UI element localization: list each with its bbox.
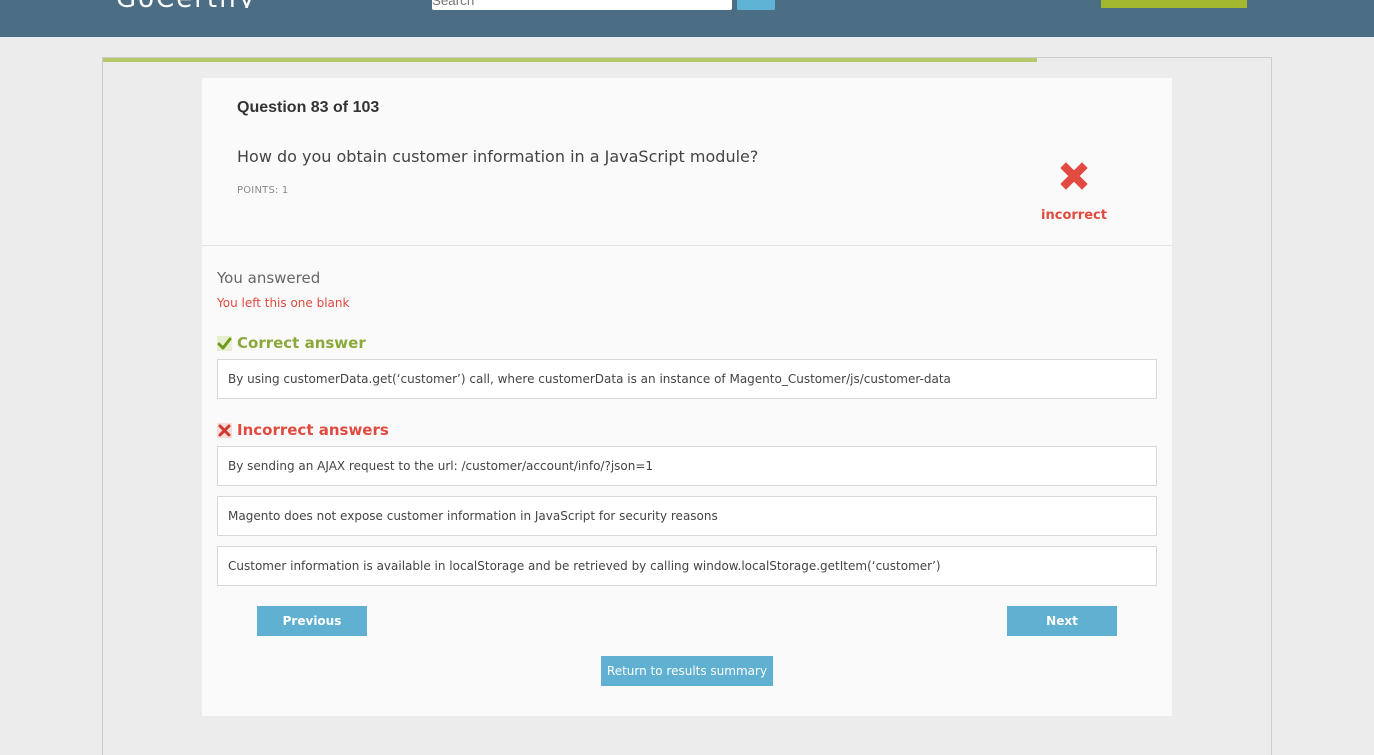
question-header: Question 83 of 103 How do you obtain cus…: [202, 78, 1172, 246]
checkmark-icon: [217, 335, 232, 351]
result-status: incorrect: [1041, 208, 1107, 223]
top-navigation-bar: GoCertify: [0, 0, 1374, 37]
quiz-progress-bar: [103, 58, 1037, 62]
next-button[interactable]: Next: [1007, 606, 1117, 636]
correct-answer-title: Correct answer: [237, 334, 366, 352]
question-number: Question 83 of 103: [237, 99, 380, 116]
incorrect-answer-option: Customer information is available in loc…: [217, 546, 1157, 586]
correct-answer-heading: Correct answer: [217, 334, 366, 352]
close-icon: [1060, 162, 1088, 190]
incorrect-answer-option: Magento does not expose customer informa…: [217, 496, 1157, 536]
close-icon: [217, 422, 232, 438]
question-points: POINTS: 1: [237, 185, 289, 196]
you-answered-heading: You answered: [217, 269, 321, 287]
incorrect-answers-title: Incorrect answers: [237, 421, 389, 439]
search-input[interactable]: [432, 0, 732, 10]
user-answer-value: You left this one blank: [217, 296, 350, 310]
incorrect-answer-option: By sending an AJAX request to the url: /…: [217, 446, 1157, 486]
question-card: Question 83 of 103 How do you obtain cus…: [202, 78, 1172, 716]
incorrect-answers-heading: Incorrect answers: [217, 421, 389, 439]
search-button[interactable]: [737, 0, 775, 10]
question-text: How do you obtain customer information i…: [237, 147, 759, 166]
return-to-summary-button[interactable]: Return to results summary: [601, 656, 773, 686]
previous-button[interactable]: Previous: [257, 606, 367, 636]
site-logo[interactable]: GoCertify: [116, 0, 256, 8]
header-action-button[interactable]: [1101, 0, 1247, 8]
correct-answer-option: By using customerData.get(‘customer’) ca…: [217, 359, 1157, 399]
